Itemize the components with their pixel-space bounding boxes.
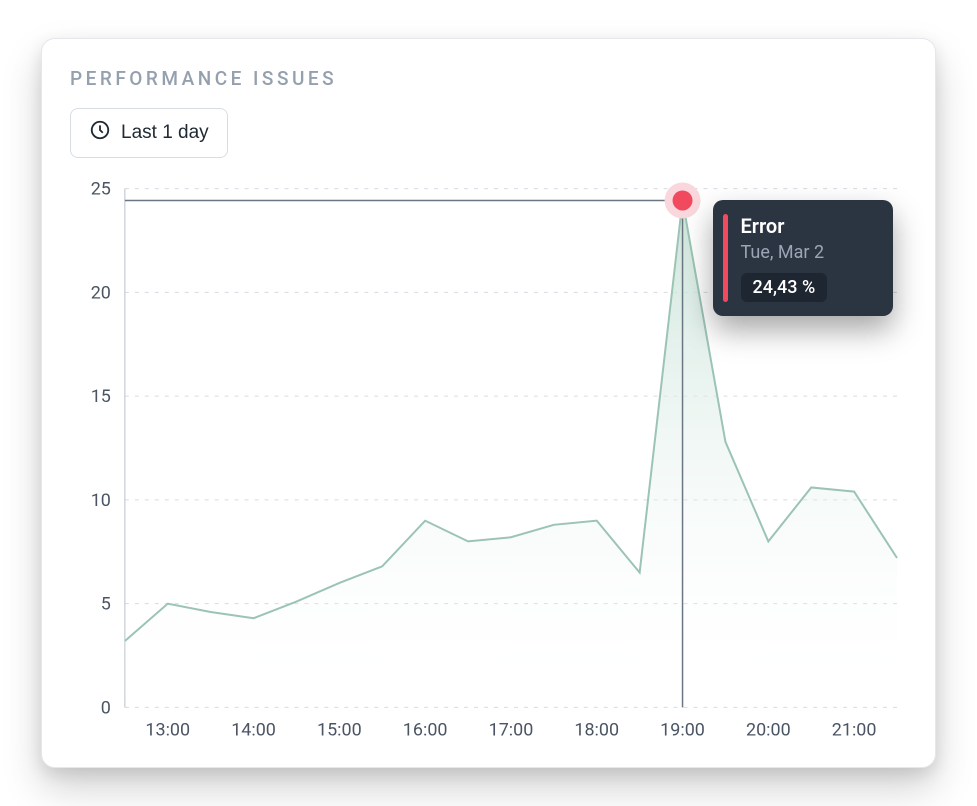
y-tick-label: 5 (101, 594, 111, 615)
time-range-label: Last 1 day (121, 122, 209, 144)
y-tick-label: 10 (91, 490, 111, 511)
x-tick-label: 17:00 (489, 719, 534, 740)
chart-area[interactable]: 0 5 10 15 20 25 13:00 14:00 15:00 16:00 17:00 18:00… (70, 178, 907, 748)
x-tick-label: 19:00 (660, 719, 705, 740)
tooltip-value: 24,43 % (741, 273, 828, 302)
x-tick-label: 15:00 (317, 719, 362, 740)
tooltip-accent-bar (723, 214, 728, 302)
performance-card: PERFORMANCE ISSUES Last 1 day 0 5 10 15 20 25… (41, 38, 936, 768)
x-tick-label: 21:00 (832, 719, 877, 740)
tooltip-title: Error (741, 214, 875, 238)
y-tick-label: 20 (91, 282, 111, 303)
clock-icon (89, 119, 111, 147)
x-tick-label: 16:00 (403, 719, 448, 740)
y-tick-label: 25 (91, 179, 111, 200)
x-tick-label: 14:00 (231, 719, 276, 740)
x-tick-label: 18:00 (574, 719, 619, 740)
x-tick-label: 20:00 (746, 719, 791, 740)
card-title: PERFORMANCE ISSUES (70, 67, 907, 90)
chart-tooltip: Error Tue, Mar 2 24,43 % (713, 200, 893, 316)
highlight-dot (673, 191, 693, 211)
y-tick-label: 15 (91, 386, 111, 407)
x-tick-label: 13:00 (145, 719, 190, 740)
y-tick-label: 0 (101, 697, 111, 718)
tooltip-date: Tue, Mar 2 (741, 242, 875, 263)
time-range-button[interactable]: Last 1 day (70, 108, 228, 158)
